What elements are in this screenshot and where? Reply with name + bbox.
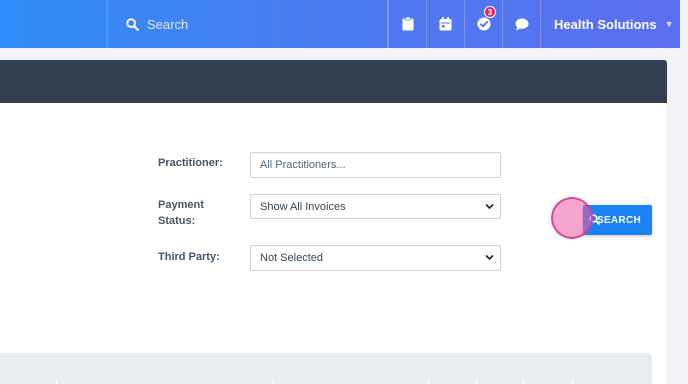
third-party-label: Third Party: bbox=[158, 251, 220, 263]
clipboard-icon bbox=[402, 17, 413, 31]
column-divider bbox=[56, 379, 57, 384]
chevron-down-icon: ▼ bbox=[664, 19, 674, 29]
top-navigation-bar: Search 3 Health Solutions ▼ bbox=[0, 0, 680, 48]
calendar-button[interactable] bbox=[426, 0, 464, 48]
chat-bubble-icon bbox=[515, 18, 528, 31]
payment-status-label: Payment Status: bbox=[158, 199, 204, 227]
page-header-band bbox=[0, 60, 667, 103]
global-search-placeholder: Search bbox=[147, 16, 189, 32]
calendar-icon bbox=[439, 17, 452, 31]
practitioner-label: Practitioner: bbox=[158, 157, 223, 169]
notification-badge: 3 bbox=[484, 6, 496, 18]
practitioner-input[interactable]: All Practitioners... bbox=[250, 152, 501, 178]
clipboard-button[interactable] bbox=[388, 0, 426, 48]
third-party-select[interactable]: Not Selected bbox=[250, 245, 501, 271]
check-circle-icon bbox=[477, 17, 490, 31]
topbar-left-area bbox=[0, 0, 108, 48]
click-indicator bbox=[551, 197, 593, 239]
search-button[interactable]: SEARCH bbox=[583, 205, 652, 235]
column-divider bbox=[476, 379, 477, 384]
practitioner-placeholder: All Practitioners... bbox=[260, 159, 346, 171]
column-divider bbox=[428, 379, 429, 384]
third-party-value: Not Selected bbox=[260, 252, 323, 264]
payment-status-value: Show All Invoices bbox=[260, 200, 346, 213]
invoice-filter-card: Practitioner: All Practitioners... Payme… bbox=[0, 103, 667, 384]
column-divider bbox=[572, 379, 573, 384]
chat-button[interactable] bbox=[502, 0, 540, 48]
column-divider bbox=[273, 379, 274, 384]
column-divider bbox=[523, 379, 524, 384]
account-menu[interactable]: Health Solutions ▼ bbox=[540, 0, 680, 48]
search-icon bbox=[126, 17, 139, 31]
tasks-button[interactable]: 3 bbox=[464, 0, 502, 48]
payment-status-select[interactable]: Show All Invoices bbox=[250, 194, 501, 219]
global-search[interactable]: Search bbox=[108, 0, 388, 48]
results-table-header bbox=[0, 353, 652, 384]
brand-name: Health Solutions bbox=[554, 16, 657, 32]
search-button-label: SEARCH bbox=[596, 214, 641, 226]
chevron-down-icon bbox=[485, 254, 494, 261]
page-scrollbar[interactable] bbox=[680, 0, 688, 384]
chevron-down-icon bbox=[485, 203, 494, 210]
